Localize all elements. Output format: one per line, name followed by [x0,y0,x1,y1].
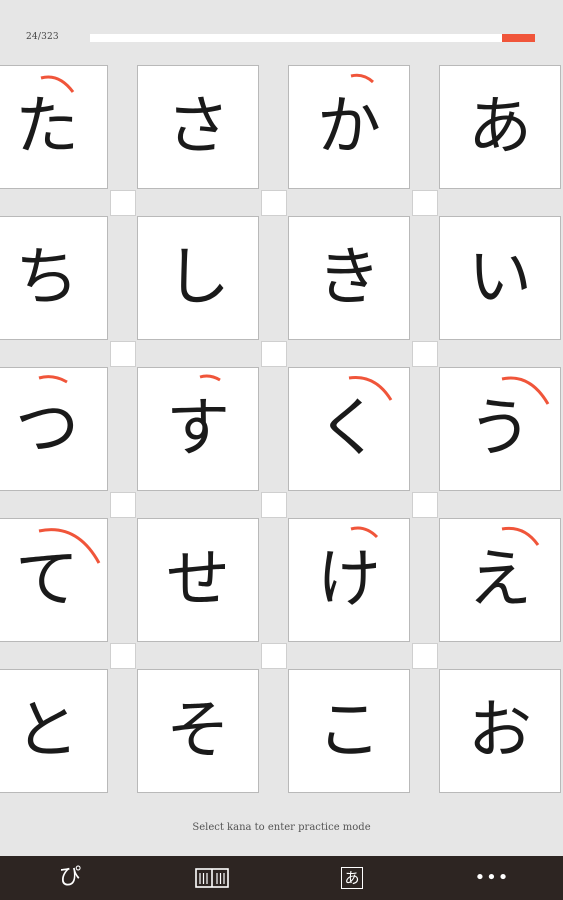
kana-cell-ke[interactable]: け [288,518,410,642]
kana-label: し [166,241,230,315]
grid-connector [412,190,438,216]
kana-label: え [468,543,532,617]
kana-cell-su[interactable]: す [137,367,259,491]
kana-chart-icon: あ [341,867,363,889]
practice-hint: Select kana to enter practice mode [192,822,371,833]
kana-label: そ [166,694,230,768]
kana-cell-u[interactable]: う [439,367,561,491]
more-options-button[interactable]: ••• [462,856,522,900]
kana-cell-te[interactable]: て [0,518,108,642]
grid-connector [412,643,438,669]
kana-label: か [317,90,381,164]
kana-cell-to[interactable]: と [0,669,108,793]
progress-counter: 24/323 [26,32,59,42]
kana-cell-i[interactable]: い [439,216,561,340]
grid-connector [110,643,136,669]
kana-cell-ka[interactable]: か [288,65,410,189]
kana-label: く [317,392,381,466]
kana-label: さ [166,90,230,164]
progress-bar-fill [502,34,535,42]
kana-chart-button[interactable]: あ [322,856,382,900]
progress-bar [90,34,535,42]
grid-connector [110,190,136,216]
book-icon [195,868,229,888]
grid-connector [110,492,136,518]
kana-cell-ko[interactable]: こ [288,669,410,793]
grid-connector [261,492,287,518]
kana-grid: た さ か あ ち し き い つ す く う て せ け え と そ こ お [0,62,563,797]
reference-book-button[interactable] [182,856,242,900]
kana-cell-a[interactable]: あ [439,65,561,189]
kana-cell-so[interactable]: そ [137,669,259,793]
kana-cell-ki[interactable]: き [288,216,410,340]
kana-cell-se[interactable]: せ [137,518,259,642]
hiragana-mode-icon: ぴ [58,865,81,890]
grid-connector [261,190,287,216]
kana-cell-e[interactable]: え [439,518,561,642]
grid-connector [110,341,136,367]
kana-label: て [15,543,79,617]
kana-label: す [166,392,230,466]
grid-connector [261,643,287,669]
kana-label: き [317,241,381,315]
kana-cell-sa[interactable]: さ [137,65,259,189]
hiragana-mode-button[interactable]: ぴ [40,856,100,900]
kana-label: い [468,241,532,315]
header: 24/323 [0,0,563,62]
kana-cell-ku[interactable]: く [288,367,410,491]
kana-label: う [468,392,532,466]
kana-cell-chi[interactable]: ち [0,216,108,340]
more-icon: ••• [474,867,510,888]
bottom-toolbar: ぴ あ ••• [0,856,563,900]
kana-label: せ [166,543,230,617]
kana-label: と [15,694,79,768]
kana-label: つ [15,392,79,466]
kana-label: け [317,543,381,617]
kana-label: た [15,90,79,164]
kana-label: こ [317,694,381,768]
grid-connector [261,341,287,367]
kana-label: お [468,694,532,768]
grid-connector [412,492,438,518]
kana-cell-tsu[interactable]: つ [0,367,108,491]
grid-connector [412,341,438,367]
kana-cell-shi[interactable]: し [137,216,259,340]
kana-cell-ta[interactable]: た [0,65,108,189]
kana-cell-o[interactable]: お [439,669,561,793]
kana-label: あ [468,90,532,164]
kana-label: ち [15,241,79,315]
